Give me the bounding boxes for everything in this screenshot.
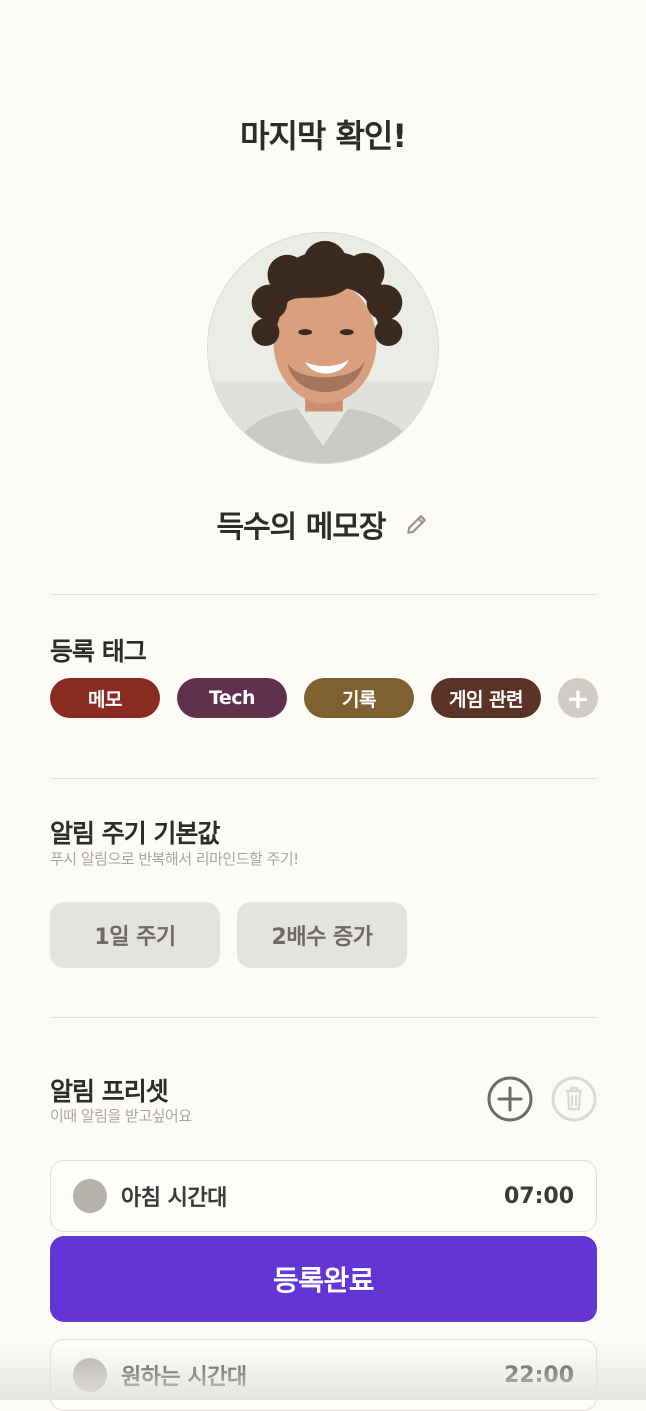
cycle-section-subtitle: 푸시 알림으로 반복해서 리마인드할 주기! bbox=[50, 850, 299, 868]
pencil-icon[interactable] bbox=[404, 511, 430, 537]
tag-chip-memo[interactable]: 메모 bbox=[50, 678, 160, 718]
divider bbox=[50, 778, 598, 779]
cycle-section-title: 알림 주기 기본값 bbox=[50, 819, 220, 848]
page-title: 마지막 확인! bbox=[240, 117, 407, 155]
preset-time: 22:00 bbox=[503, 1362, 574, 1388]
profile-name: 득수의 메모장 bbox=[216, 510, 386, 545]
avatar-photo bbox=[208, 233, 438, 463]
profile-avatar[interactable] bbox=[207, 232, 439, 464]
preset-radio[interactable] bbox=[73, 1358, 107, 1392]
profile-name-row: 득수의 메모장 bbox=[0, 500, 646, 548]
cycle-option-daily[interactable]: 1일 주기 bbox=[50, 902, 220, 968]
submit-button[interactable]: 등록완료 bbox=[50, 1236, 597, 1322]
tag-chip-game[interactable]: 게임 관련 bbox=[431, 678, 541, 718]
divider bbox=[50, 594, 598, 595]
preset-card-custom[interactable]: 원하는 시간대 22:00 bbox=[50, 1339, 597, 1411]
preset-section-subtitle: 이때 알림을 받고싶어요 bbox=[50, 1107, 192, 1125]
preset-time: 07:00 bbox=[503, 1183, 574, 1209]
preset-card-morning[interactable]: 아침 시간대 07:00 bbox=[50, 1160, 597, 1232]
preset-label: 아침 시간대 bbox=[121, 1186, 227, 1211]
cycle-option-double[interactable]: 2배수 증가 bbox=[237, 902, 407, 968]
preset-radio[interactable] bbox=[73, 1179, 107, 1213]
preset-section-title: 알림 프리셋 bbox=[50, 1077, 169, 1106]
tag-chip-tech[interactable]: Tech bbox=[177, 678, 287, 718]
trash-icon[interactable] bbox=[551, 1076, 597, 1122]
tag-chip-record[interactable]: 기록 bbox=[304, 678, 414, 718]
plus-circle-icon[interactable] bbox=[487, 1076, 533, 1122]
tags-section-title: 등록 태그 bbox=[50, 637, 147, 666]
divider bbox=[50, 1017, 598, 1018]
add-tag-button[interactable]: + bbox=[558, 678, 598, 718]
preset-label: 원하는 시간대 bbox=[121, 1365, 247, 1390]
